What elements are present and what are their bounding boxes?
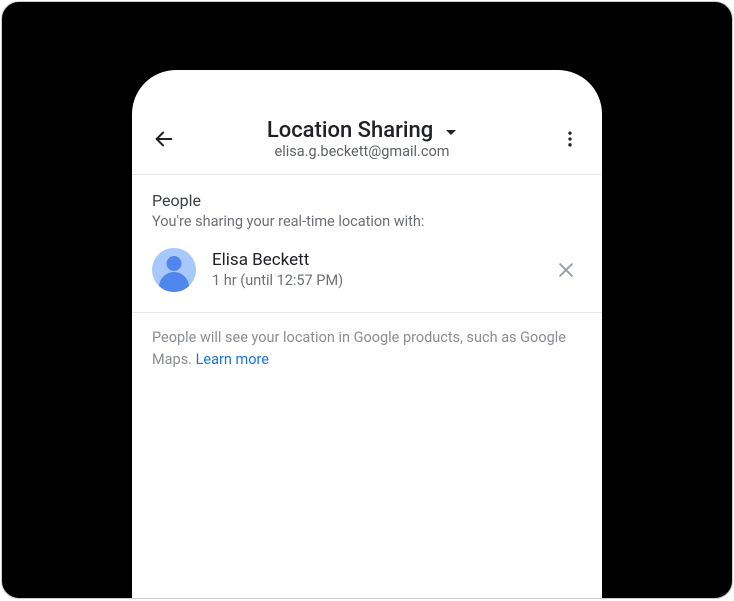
close-icon bbox=[556, 260, 576, 280]
page-card: Location Sharing elisa.g.beckett@gmail.c… bbox=[1, 1, 733, 599]
title-row: Location Sharing bbox=[267, 118, 457, 143]
person-text: Elisa Beckett 1 hr (until 12:57 PM) bbox=[212, 250, 530, 289]
person-icon bbox=[167, 256, 182, 271]
caret-down-icon bbox=[445, 129, 457, 137]
section-subtitle: You're sharing your real-time location w… bbox=[152, 213, 582, 230]
more-vert-icon bbox=[560, 129, 580, 149]
account-email: elisa.g.beckett@gmail.com bbox=[275, 143, 450, 160]
phone-power-button bbox=[620, 300, 626, 336]
app-header: Location Sharing elisa.g.beckett@gmail.c… bbox=[132, 114, 602, 175]
person-name: Elisa Beckett bbox=[212, 250, 530, 271]
avatar bbox=[152, 248, 196, 292]
section-title: People bbox=[152, 191, 582, 210]
status-bar-spacer bbox=[132, 70, 602, 114]
title-block[interactable]: Location Sharing elisa.g.beckett@gmail.c… bbox=[172, 118, 552, 160]
phone-frame: Location Sharing elisa.g.beckett@gmail.c… bbox=[112, 50, 622, 599]
person-share-status: 1 hr (until 12:57 PM) bbox=[212, 272, 530, 290]
footer-note: People will see your location in Google … bbox=[132, 313, 602, 385]
phone-volume-down bbox=[620, 440, 626, 510]
person-row[interactable]: Elisa Beckett 1 hr (until 12:57 PM) bbox=[152, 244, 582, 298]
phone-volume-up bbox=[620, 360, 626, 430]
page-title: Location Sharing bbox=[267, 118, 433, 143]
more-options-button[interactable] bbox=[552, 121, 588, 157]
learn-more-link[interactable]: Learn more bbox=[196, 351, 269, 368]
people-section: People You're sharing your real-time loc… bbox=[132, 175, 602, 313]
remove-person-button[interactable] bbox=[546, 250, 586, 290]
phone-screen: Location Sharing elisa.g.beckett@gmail.c… bbox=[132, 70, 602, 599]
